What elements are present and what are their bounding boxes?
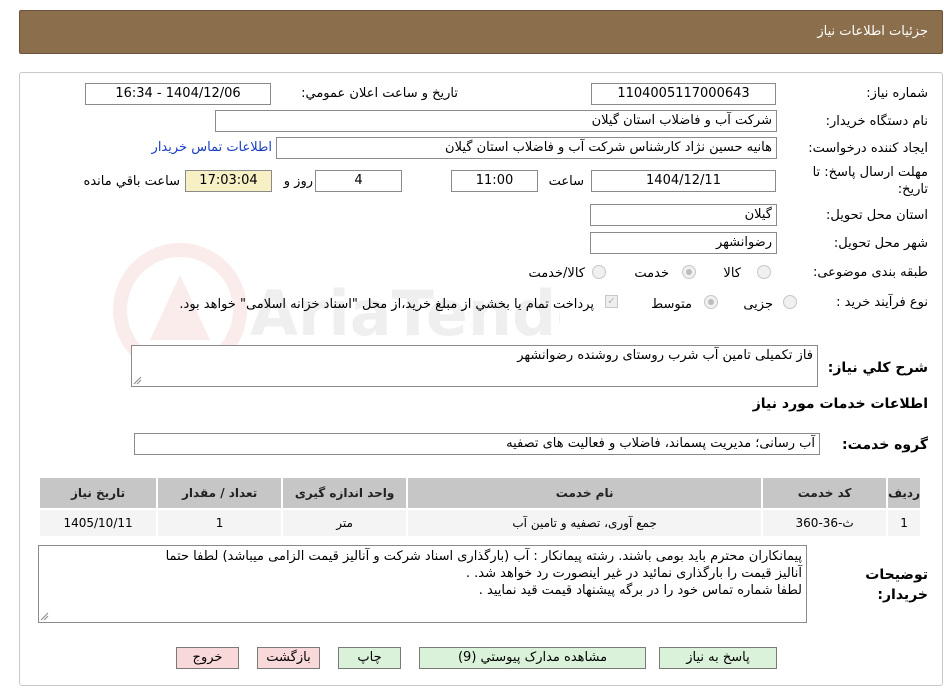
announce-field: 1404/12/06 - 16:34 [85, 83, 271, 105]
buyer-notes-textarea[interactable]: پیمانکاران محترم باید بومی باشند. رشته پ… [38, 545, 807, 623]
col-row-number: رديف [886, 476, 922, 510]
buyer-notes-line: پیمانکاران محترم باید بومی باشند. رشته پ… [165, 549, 802, 564]
process-option-medium: متوسط [651, 297, 692, 312]
buyer-notes-label: توضيحات خريدار: [865, 567, 928, 603]
services-table: رديف کد خدمت نام خدمت واحد اندازه گیری ت… [37, 476, 922, 538]
province-field: گیلان [590, 204, 777, 226]
cell-service-code: ث-36-360 [761, 508, 889, 538]
page-header: جزئیات اطلاعات نیاز [19, 10, 943, 54]
city-label: شهر محل تحويل: [833, 236, 928, 251]
service-group-label: گروه خدمت: [842, 437, 928, 453]
requester-label: ايجاد کننده درخواست: [808, 141, 928, 156]
col-unit: واحد اندازه گیری [281, 476, 409, 510]
category-option-service: خدمت [634, 266, 669, 281]
back-button[interactable]: بازگشت [257, 647, 320, 669]
page-title: جزئیات اطلاعات نیاز [817, 24, 928, 39]
cell-service-name: جمع آوری، تصفیه و تامین آب [406, 508, 764, 538]
buyer-notes-line: لطفا شماره تماس خود را در برگه پیشنهاد ق… [478, 583, 802, 598]
table-row[interactable]: 1 ث-36-360 جمع آوری، تصفیه و تامین آب مت… [37, 508, 922, 538]
payment-checkbox[interactable]: ✓ [605, 295, 618, 308]
buyer-contact-link[interactable]: اطلاعات تماس خريدار [152, 140, 272, 155]
payment-note: پرداخت تمام يا بخشي از مبلغ خريد،از محل … [179, 297, 594, 312]
table-header-row: رديف کد خدمت نام خدمت واحد اندازه گیری ت… [37, 476, 922, 510]
resize-grip-icon[interactable] [133, 376, 142, 385]
resize-grip-icon[interactable] [40, 612, 49, 621]
summary-text: فاز تکمیلی تامین آب شرب روستای روشنده رض… [517, 348, 813, 363]
attachments-button[interactable]: مشاهده مدارک پیوستي (9) [419, 647, 646, 669]
cell-unit: متر [281, 508, 409, 538]
deadline-time-label: ساعت [548, 174, 584, 189]
col-quantity: تعداد / مقدار [156, 476, 284, 510]
deadline-date-field: 1404/12/11 [591, 170, 776, 192]
summary-textarea[interactable]: فاز تکمیلی تامین آب شرب روستای روشنده رض… [131, 345, 818, 387]
requester-field: هانیه حسین نژاد کارشناس شرکت آب و فاضلاب… [276, 137, 777, 159]
cell-quantity: 1 [156, 508, 284, 538]
days-field: 4 [315, 170, 402, 192]
process-option-minor: جزیی [743, 297, 773, 312]
process-radio-medium[interactable] [704, 295, 718, 309]
category-radio-goods[interactable] [757, 265, 771, 279]
process-radio-minor[interactable] [783, 295, 797, 309]
category-radio-goods-service[interactable] [592, 265, 606, 279]
cell-row-number: 1 [886, 508, 922, 538]
exit-button[interactable]: خروج [176, 647, 239, 669]
deadline-time-field: 11:00 [451, 170, 538, 192]
category-label: طبقه بندی موضوعی: [812, 265, 928, 280]
summary-label: شرح كلي نياز: [827, 360, 928, 376]
announce-label: تاریخ و ساعت اعلان عمومي: [301, 86, 458, 101]
city-field: رضوانشهر [590, 232, 777, 254]
service-group-field: آب رسانی؛ مدیریت پسماند، فاضلاب و فعالیت… [134, 433, 820, 455]
col-service-code: کد خدمت [761, 476, 889, 510]
col-service-name: نام خدمت [406, 476, 764, 510]
category-option-goods-service: کالا/خدمت [528, 266, 585, 281]
buyer-org-label: نام دستگاه خريدار: [825, 114, 928, 129]
deadline-label: مهلت ارسال پاسخ: تا تاریخ: [812, 165, 928, 197]
remaining-label: ساعت باقي مانده [83, 174, 180, 189]
process-label: نوع فرآيند خريد : [836, 295, 928, 310]
days-label: روز و [283, 174, 313, 189]
need-number-field: 1104005117000643 [591, 83, 776, 105]
buyer-notes-line: آنالیز قیمت را بارگذاری نمائید در غیر ای… [465, 566, 802, 581]
remaining-time-field: 17:03:04 [185, 170, 272, 192]
reply-button[interactable]: پاسخ به نیاز [659, 647, 777, 669]
print-button[interactable]: چاپ [338, 647, 401, 669]
buyer-org-field: شرکت آب و فاضلاب استان گیلان [215, 110, 777, 132]
cell-need-date: 1405/10/11 [37, 508, 159, 538]
services-section-title: اطلاعات خدمات مورد نياز [752, 396, 928, 412]
category-option-goods: کالا [723, 266, 741, 281]
need-number-label: شماره نیاز: [866, 86, 928, 101]
province-label: استان محل تحويل: [826, 208, 928, 223]
category-radio-service[interactable] [682, 265, 696, 279]
col-need-date: تاریخ نیاز [37, 476, 159, 510]
